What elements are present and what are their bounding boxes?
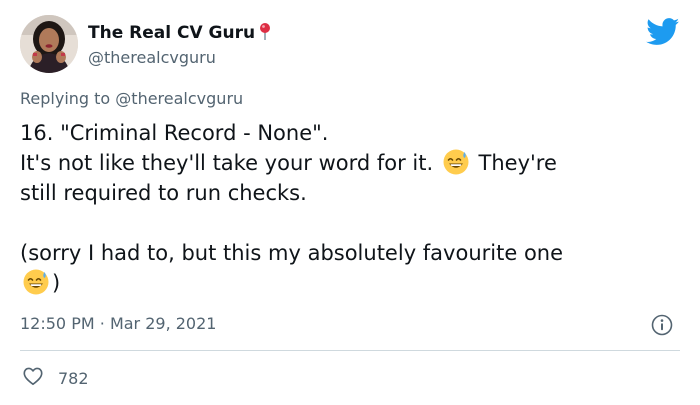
divider	[20, 350, 680, 351]
tweet-line: (sorry I had to, but this my absolutely …	[20, 241, 564, 265]
author-handle[interactable]: @therealcvguru	[88, 48, 216, 67]
sweat-smile-emoji	[22, 268, 50, 296]
like-button[interactable]: 782	[22, 366, 89, 390]
like-count: 782	[58, 368, 89, 388]
tweet-line: 16. "Criminal Record - None".	[20, 121, 329, 145]
sweat-smile-emoji	[442, 148, 470, 176]
author-name-row[interactable]: The Real CV Guru	[88, 22, 272, 45]
reply-mention-link[interactable]: @therealcvguru	[115, 89, 243, 108]
twitter-bird-icon[interactable]	[646, 18, 680, 46]
author-name[interactable]: The Real CV Guru	[88, 23, 255, 43]
tweet-line: still required to run checks.	[20, 181, 307, 205]
tweet-date[interactable]: Mar 29, 2021	[110, 314, 217, 333]
tweet-line-text: It's not like they'll take your word for…	[20, 151, 434, 175]
tweet-text: 16. "Criminal Record - None". It's not l…	[20, 118, 680, 298]
round-pushpin-icon	[258, 22, 272, 45]
tweet-time[interactable]: 12:50 PM	[20, 314, 95, 333]
heart-icon[interactable]	[22, 365, 44, 391]
tweet-line-text: They're	[478, 151, 557, 175]
info-icon[interactable]	[651, 314, 673, 336]
tweet-line-text: )	[52, 271, 61, 295]
timestamp-separator: ·	[99, 314, 105, 333]
replying-to: Replying to @therealcvguru	[20, 89, 243, 108]
avatar[interactable]	[20, 15, 78, 73]
tweet-card: The Real CV Guru @therealcvguru Replying…	[0, 0, 700, 405]
tweet-timestamp[interactable]: 12:50 PM · Mar 29, 2021	[20, 314, 216, 333]
tweet-line: )	[20, 268, 680, 298]
replying-prefix: Replying to	[20, 89, 111, 108]
tweet-line: It's not like they'll take your word for…	[20, 148, 680, 178]
